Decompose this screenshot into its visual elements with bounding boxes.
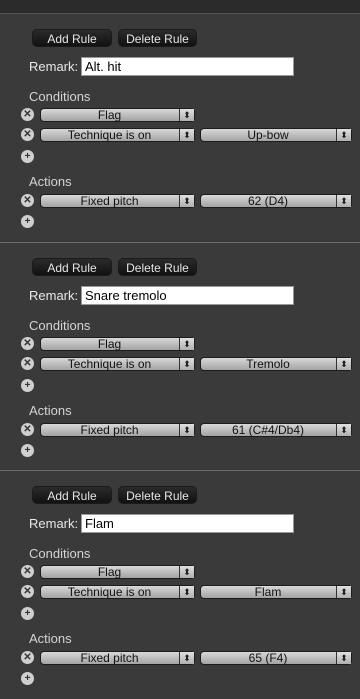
remove-condition-icon[interactable]: ✕ <box>21 565 34 578</box>
add-condition-icon[interactable]: + <box>21 607 34 620</box>
remark-input[interactable]: Snare tremolo <box>81 286 294 305</box>
condition-type-select[interactable]: Flag ⬍ <box>40 565 195 579</box>
rule-block-2: Add Rule Delete Rule Remark: Snare tremo… <box>0 243 360 471</box>
action-type-select[interactable]: Fixed pitch ⬍ <box>40 651 195 665</box>
top-bar <box>0 0 360 14</box>
condition-value: Tremolo <box>246 357 290 371</box>
action-type-select[interactable]: Fixed pitch ⬍ <box>40 194 195 208</box>
action-value-select[interactable]: 62 (D4) ⬍ <box>200 194 352 208</box>
action-value-select[interactable]: 65 (F4) ⬍ <box>200 651 352 665</box>
action-value: 65 (F4) <box>248 651 288 665</box>
remove-action-icon[interactable]: ✕ <box>21 423 34 436</box>
condition-type-select[interactable]: Technique is on ⬍ <box>40 357 195 371</box>
delete-rule-button[interactable]: Delete Rule <box>118 486 197 504</box>
remove-condition-icon[interactable]: ✕ <box>21 108 34 121</box>
rule-block-3: Add Rule Delete Rule Remark: Flam Condit… <box>0 471 360 699</box>
remove-action-icon[interactable]: ✕ <box>21 194 34 207</box>
conditions-label: Conditions <box>29 318 91 333</box>
select-arrows-icon: ⬍ <box>179 586 194 598</box>
condition-type-select[interactable]: Flag ⬍ <box>40 337 195 351</box>
remove-action-icon[interactable]: ✕ <box>21 651 34 664</box>
add-action-icon[interactable]: + <box>21 444 34 457</box>
select-arrows-icon: ⬍ <box>336 195 351 207</box>
remark-label: Remark: <box>29 59 79 74</box>
add-condition-icon[interactable]: + <box>21 379 34 392</box>
select-arrows-icon: ⬍ <box>336 424 351 436</box>
condition-value-select[interactable]: Up-bow ⬍ <box>200 128 352 142</box>
action-type-value: Fixed pitch <box>80 423 139 437</box>
actions-label: Actions <box>29 631 72 646</box>
condition-type-value: Flag <box>97 565 122 579</box>
delete-rule-button[interactable]: Delete Rule <box>118 29 197 47</box>
select-arrows-icon: ⬍ <box>179 358 194 370</box>
remove-condition-icon[interactable]: ✕ <box>21 128 34 141</box>
select-arrows-icon: ⬍ <box>179 652 194 664</box>
action-value-select[interactable]: 61 (C#4/Db4) ⬍ <box>200 423 352 437</box>
remark-label: Remark: <box>29 288 79 303</box>
add-action-icon[interactable]: + <box>21 672 34 685</box>
delete-rule-button[interactable]: Delete Rule <box>118 258 197 276</box>
actions-label: Actions <box>29 174 72 189</box>
actions-label: Actions <box>29 403 72 418</box>
remark-input[interactable]: Alt. hit <box>81 57 294 76</box>
select-arrows-icon: ⬍ <box>179 566 194 578</box>
action-value: 61 (C#4/Db4) <box>231 423 305 437</box>
condition-type-value: Technique is on <box>67 585 152 599</box>
action-value: 62 (D4) <box>247 194 288 208</box>
condition-type-value: Flag <box>97 337 122 351</box>
condition-value: Flam <box>254 585 282 599</box>
select-arrows-icon: ⬍ <box>336 129 351 141</box>
select-arrows-icon: ⬍ <box>179 129 194 141</box>
condition-type-select[interactable]: Flag ⬍ <box>40 108 195 122</box>
remark-input[interactable]: Flam <box>81 514 294 533</box>
condition-value-select[interactable]: Tremolo ⬍ <box>200 357 352 371</box>
select-arrows-icon: ⬍ <box>179 424 194 436</box>
add-action-icon[interactable]: + <box>21 215 34 228</box>
action-type-select[interactable]: Fixed pitch ⬍ <box>40 423 195 437</box>
conditions-label: Conditions <box>29 546 91 561</box>
select-arrows-icon: ⬍ <box>336 652 351 664</box>
add-rule-button[interactable]: Add Rule <box>32 486 112 504</box>
condition-value-select[interactable]: Flam ⬍ <box>200 585 352 599</box>
select-arrows-icon: ⬍ <box>336 586 351 598</box>
select-arrows-icon: ⬍ <box>336 358 351 370</box>
conditions-label: Conditions <box>29 89 91 104</box>
condition-type-select[interactable]: Technique is on ⬍ <box>40 128 195 142</box>
remark-label: Remark: <box>29 516 79 531</box>
action-type-value: Fixed pitch <box>80 194 139 208</box>
condition-type-select[interactable]: Technique is on ⬍ <box>40 585 195 599</box>
add-rule-button[interactable]: Add Rule <box>32 258 112 276</box>
add-condition-icon[interactable]: + <box>21 150 34 163</box>
rule-block-1: Add Rule Delete Rule Remark: Alt. hit Co… <box>0 14 360 242</box>
remove-condition-icon[interactable]: ✕ <box>21 337 34 350</box>
condition-value: Up-bow <box>247 128 289 142</box>
remove-condition-icon[interactable]: ✕ <box>21 357 34 370</box>
select-arrows-icon: ⬍ <box>179 195 194 207</box>
condition-type-value: Technique is on <box>67 128 152 142</box>
action-type-value: Fixed pitch <box>80 651 139 665</box>
remove-condition-icon[interactable]: ✕ <box>21 585 34 598</box>
condition-type-value: Technique is on <box>67 357 152 371</box>
condition-type-value: Flag <box>97 108 122 122</box>
add-rule-button[interactable]: Add Rule <box>32 29 112 47</box>
select-arrows-icon: ⬍ <box>179 338 194 350</box>
select-arrows-icon: ⬍ <box>179 109 194 121</box>
